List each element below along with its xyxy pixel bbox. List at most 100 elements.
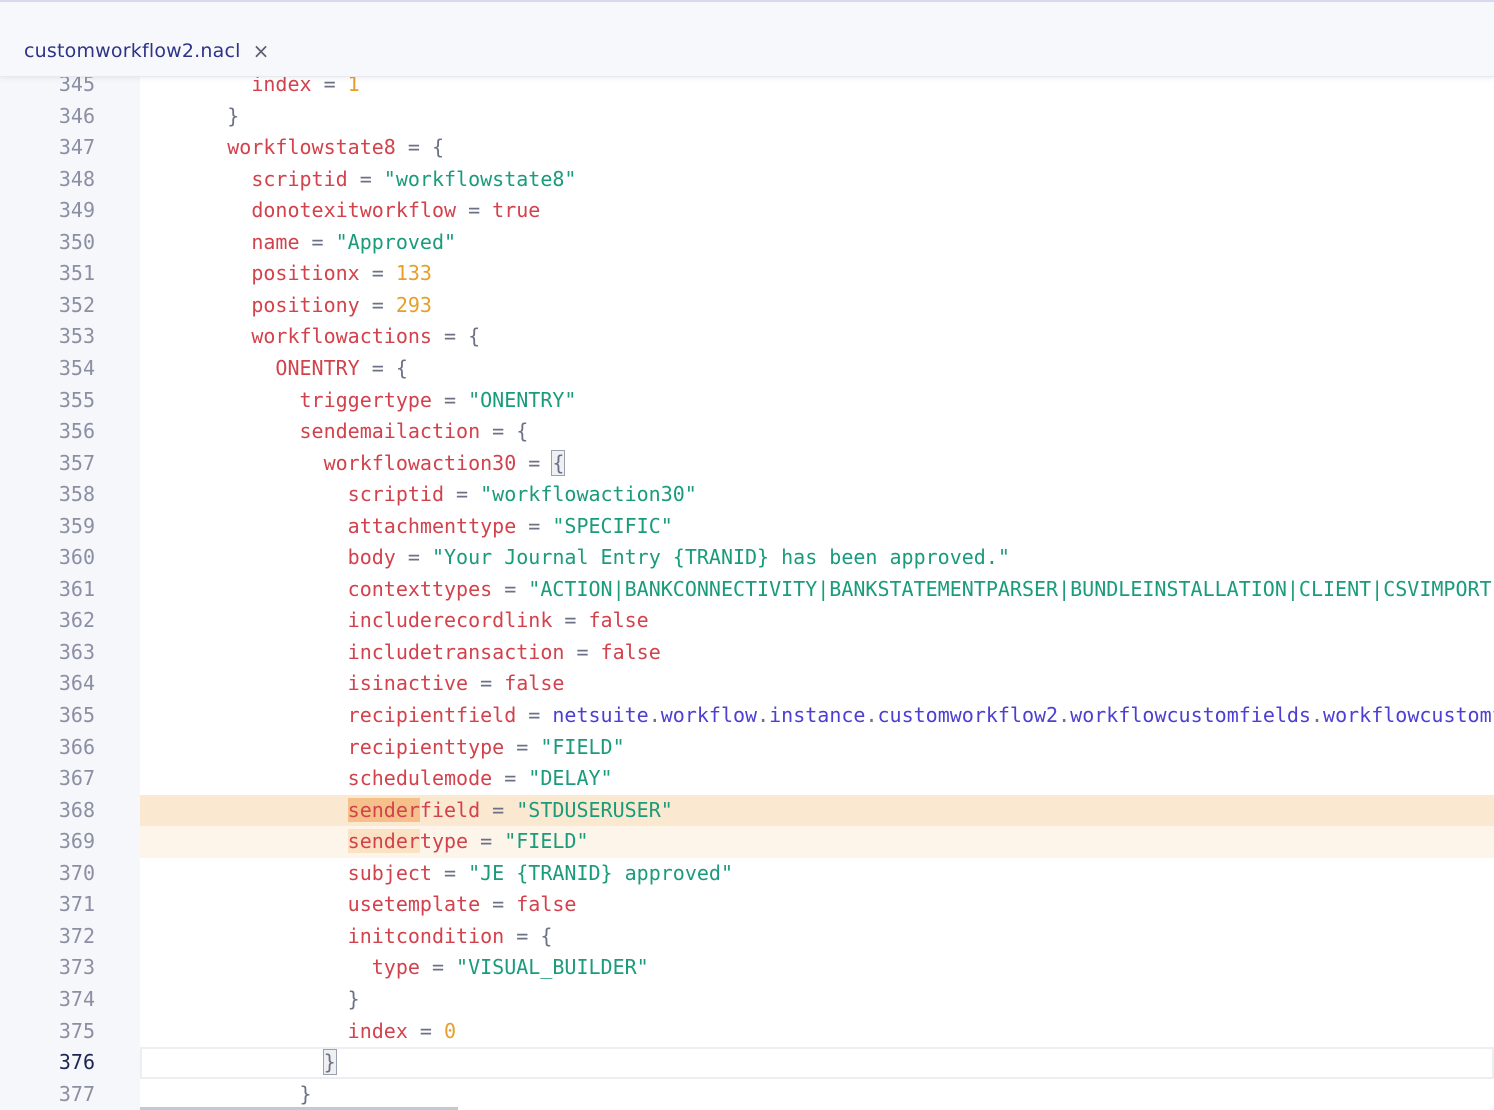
code-text[interactable]: } <box>140 984 1494 1016</box>
code-line[interactable]: 361 contexttypes = "ACTION|BANKCONNECTIV… <box>0 574 1494 606</box>
code-token: "ACTION|BANKCONNECTIVITY|BANKSTATEMENTPA… <box>528 576 1494 601</box>
code-line[interactable]: 373 type = "VISUAL_BUILDER" <box>0 952 1494 984</box>
code-line[interactable]: 376 } <box>0 1047 1494 1079</box>
code-token: workflowactions <box>251 324 432 349</box>
code-text[interactable]: recipientfield = netsuite.workflow.insta… <box>140 700 1494 732</box>
code-line[interactable]: 370 subject = "JE {TRANID} approved" <box>0 858 1494 890</box>
code-text[interactable]: sendertype = "FIELD" <box>140 826 1494 858</box>
code-token: = { <box>359 355 408 380</box>
code-token: sender <box>347 797 420 822</box>
code-line[interactable]: 357 workflowaction30 = { <box>0 448 1494 480</box>
code-token: "workflowstate8" <box>383 166 577 191</box>
code-line[interactable]: 360 body = "Your Journal Entry {TRANID} … <box>0 542 1494 574</box>
line-number: 366 <box>58 734 95 759</box>
code-text[interactable]: recipienttype = "FIELD" <box>140 732 1494 764</box>
code-text[interactable]: name = "Approved" <box>140 227 1494 259</box>
code-line[interactable]: 358 scriptid = "workflowaction30" <box>0 479 1494 511</box>
line-number: 352 <box>58 292 95 317</box>
code-token: initcondition <box>347 923 505 948</box>
code-text[interactable]: workflowstate8 = { <box>140 132 1494 164</box>
code-text[interactable]: index = 0 <box>140 1016 1494 1048</box>
code-token: "DELAY" <box>528 766 613 791</box>
code-line[interactable]: 374 } <box>0 984 1494 1016</box>
code-text[interactable]: subject = "JE {TRANID} approved" <box>140 858 1494 890</box>
code-line[interactable]: 362 includerecordlink = false <box>0 605 1494 637</box>
code-token: } <box>347 986 360 1011</box>
line-number: 376 <box>58 1050 95 1075</box>
tab-customworkflow2[interactable]: customworkflow2.nacl × <box>24 36 269 66</box>
code-text[interactable]: includerecordlink = false <box>140 605 1494 637</box>
code-line[interactable]: 356 sendemailaction = { <box>0 416 1494 448</box>
code-token: . <box>1058 703 1071 727</box>
code-line[interactable]: 365 recipientfield = netsuite.workflow.i… <box>0 700 1494 732</box>
code-line[interactable]: 363 includetransaction = false <box>0 637 1494 669</box>
line-number: 351 <box>58 261 95 286</box>
code-line[interactable]: 368 senderfield = "STDUSERUSER" <box>0 794 1494 827</box>
code-text[interactable]: positionx = 133 <box>140 258 1494 290</box>
code-text[interactable]: includetransaction = false <box>140 637 1494 669</box>
code-token: = <box>431 860 469 885</box>
code-text[interactable]: isinactive = false <box>140 668 1494 700</box>
line-number: 353 <box>58 324 95 349</box>
code-token: } <box>227 103 240 128</box>
code-text[interactable]: triggertype = "ONENTRY" <box>140 385 1494 417</box>
tab-label[interactable]: customworkflow2.nacl <box>24 40 241 62</box>
code-text[interactable]: initcondition = { <box>140 921 1494 953</box>
code-token: = { <box>395 135 444 160</box>
code-text[interactable]: } <box>140 1047 1494 1079</box>
code-text[interactable]: workflowaction30 = { <box>140 448 1494 480</box>
code-line[interactable]: 355 triggertype = "ONENTRY" <box>0 385 1494 417</box>
code-text[interactable]: } <box>140 101 1494 133</box>
code-editor[interactable]: 345 index = 1 346 } 347 workflowstate8 = {… <box>0 69 1494 1110</box>
code-token: = <box>299 229 336 254</box>
code-text[interactable]: senderfield = "STDUSERUSER" <box>140 794 1494 827</box>
code-token: "SPECIFIC" <box>552 513 673 538</box>
code-text[interactable]: } <box>140 1079 1494 1110</box>
code-line[interactable]: 371 usetemplate = false <box>0 889 1494 921</box>
code-text[interactable]: type = "VISUAL_BUILDER" <box>140 952 1494 984</box>
code-token: false <box>504 671 565 696</box>
line-number: 349 <box>58 198 95 223</box>
code-token: sender <box>347 829 420 854</box>
code-token: = <box>456 198 493 223</box>
code-line[interactable]: 354 ONENTRY = { <box>0 353 1494 385</box>
code-text[interactable]: usetemplate = false <box>140 889 1494 921</box>
line-number: 367 <box>58 766 95 791</box>
code-text[interactable]: sendemailaction = { <box>140 416 1494 448</box>
code-line[interactable]: 348 scriptid = "workflowstate8" <box>0 164 1494 196</box>
code-line[interactable]: 359 attachmenttype = "SPECIFIC" <box>0 511 1494 543</box>
code-line[interactable]: 352 positiony = 293 <box>0 290 1494 322</box>
code-token: = <box>552 608 589 633</box>
code-token: = <box>468 671 505 696</box>
code-line[interactable]: 350 name = "Approved" <box>0 227 1494 259</box>
code-text[interactable]: ONENTRY = { <box>140 353 1494 385</box>
code-text[interactable]: positiony = 293 <box>140 290 1494 322</box>
code-line[interactable]: 366 recipienttype = "FIELD" <box>0 732 1494 764</box>
code-line[interactable]: 377 } <box>0 1079 1494 1110</box>
code-line[interactable]: 347 workflowstate8 = { <box>0 132 1494 164</box>
code-line[interactable]: 372 initcondition = { <box>0 921 1494 953</box>
code-line[interactable]: 351 positionx = 133 <box>0 258 1494 290</box>
code-text[interactable]: scriptid = "workflowaction30" <box>140 479 1494 511</box>
line-number: 375 <box>58 1018 95 1043</box>
code-token: = <box>468 829 505 854</box>
code-line[interactable]: 375 index = 0 <box>0 1016 1494 1048</box>
code-text[interactable]: body = "Your Journal Entry {TRANID} has … <box>140 542 1494 574</box>
code-line[interactable]: 346 } <box>0 101 1494 133</box>
code-line[interactable]: 367 schedulemode = "DELAY" <box>0 763 1494 795</box>
code-token: "Your Journal Entry {TRANID} has been ap… <box>431 545 1010 570</box>
code-line[interactable]: 364 isinactive = false <box>0 668 1494 700</box>
code-text[interactable]: contexttypes = "ACTION|BANKCONNECTIVITY|… <box>140 574 1494 606</box>
line-number: 377 <box>58 1081 95 1106</box>
code-token: donotexitworkflow <box>251 198 457 223</box>
code-text[interactable]: attachmenttype = "SPECIFIC" <box>140 511 1494 543</box>
code-text[interactable]: schedulemode = "DELAY" <box>140 763 1494 795</box>
code-text[interactable]: scriptid = "workflowstate8" <box>140 164 1494 196</box>
code-text[interactable]: workflowactions = { <box>140 321 1494 353</box>
code-line[interactable]: 349 donotexitworkflow = true <box>0 195 1494 227</box>
close-icon[interactable]: × <box>253 41 270 61</box>
code-token: contexttypes <box>347 576 493 601</box>
code-line[interactable]: 353 workflowactions = { <box>0 321 1494 353</box>
code-line[interactable]: 369 sendertype = "FIELD" <box>0 826 1494 858</box>
code-text[interactable]: donotexitworkflow = true <box>140 195 1494 227</box>
